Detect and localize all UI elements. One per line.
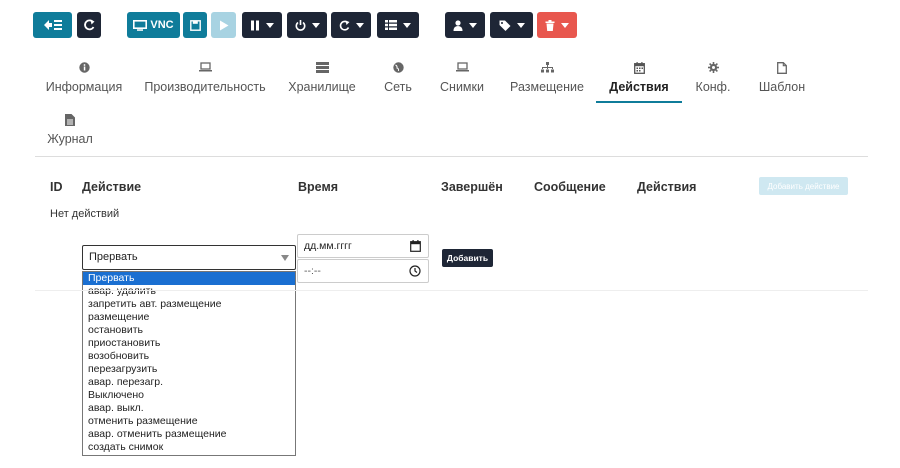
tab-label: Хранилище (288, 80, 356, 94)
chevron-down-icon (281, 255, 289, 261)
power-icon (295, 19, 305, 31)
time-input[interactable]: --:-- (297, 259, 429, 283)
tab-label: Шаблон (758, 80, 806, 94)
tab-performance[interactable]: Производительность (143, 62, 267, 94)
empty-state-text: Нет действий (50, 208, 120, 220)
action-option[interactable]: создать снимок (83, 441, 295, 454)
tab-log[interactable]: Журнал (45, 114, 95, 146)
action-option[interactable]: авар. перезагр. (83, 376, 295, 389)
action-option[interactable]: Прервать (83, 272, 295, 285)
file-text-icon (65, 114, 75, 126)
add-action-button[interactable]: Добавить действие (759, 177, 848, 195)
user-icon (453, 19, 463, 31)
action-option[interactable]: перезагрузить (83, 363, 295, 376)
action-option[interactable]: запретить авт. размещение (83, 298, 295, 311)
pause-icon (251, 20, 259, 30)
action-option[interactable]: приостановить (83, 337, 295, 350)
refresh-button[interactable] (77, 12, 101, 38)
user-menu-button[interactable] (445, 12, 485, 38)
vnc-label: VNC (150, 19, 174, 31)
laptop-icon (455, 62, 469, 72)
tab-network[interactable]: Сеть (378, 62, 418, 94)
save-icon (189, 19, 201, 31)
tab-label: Сеть (384, 80, 412, 94)
action-option[interactable]: остановить (83, 324, 295, 337)
list-menu-button[interactable] (377, 12, 419, 38)
tab-info[interactable]: Информация (44, 62, 124, 94)
tab-template[interactable]: Шаблон (756, 62, 808, 94)
column-header-time: Время (298, 180, 338, 194)
action-option[interactable]: авар. удалить (83, 285, 295, 298)
back-list-icon (43, 20, 62, 30)
form-row-divider (35, 290, 868, 291)
storage-icon (315, 62, 329, 73)
caret-down-icon (403, 22, 411, 28)
column-header-done: Завершён (441, 180, 503, 194)
pause-menu-button[interactable] (242, 12, 282, 38)
action-select[interactable]: Прервать (82, 245, 296, 270)
tab-label: Информация (45, 80, 123, 94)
clock-icon[interactable] (409, 265, 421, 277)
power-menu-button[interactable] (287, 12, 327, 38)
column-header-message: Сообщение (534, 180, 606, 194)
caret-down-icon (516, 22, 525, 28)
caret-down-icon (469, 22, 477, 28)
tab-label: Действия (609, 80, 669, 94)
action-option[interactable]: авар. выкл. (83, 402, 295, 415)
add-button[interactable]: Добавить (442, 249, 493, 267)
column-header-actions: Действия (637, 180, 697, 194)
calendar-icon[interactable] (410, 240, 421, 252)
back-to-list-button[interactable] (33, 12, 72, 38)
caret-down-icon (561, 22, 569, 28)
laptop-icon (198, 62, 212, 72)
tab-label: Снимки (440, 80, 484, 94)
save-button[interactable] (183, 12, 207, 38)
column-header-action: Действие (82, 180, 142, 194)
active-tab-indicator (596, 101, 682, 103)
caret-down-icon (311, 22, 320, 28)
gear-icon (707, 62, 719, 73)
date-placeholder: дд.мм.гггг (304, 240, 352, 252)
tab-label: Производительность (144, 80, 266, 94)
action-option[interactable]: возобновить (83, 350, 295, 363)
reboot-icon (339, 20, 349, 31)
delete-menu-button[interactable] (537, 12, 577, 38)
time-placeholder: --:-- (304, 265, 321, 277)
sitemap-icon (540, 62, 554, 73)
info-icon (78, 62, 90, 73)
action-option[interactable]: авар. отменить размещение (83, 428, 295, 441)
play-icon (219, 20, 228, 30)
tab-label: Конф. (695, 80, 731, 94)
column-header-id: ID (50, 180, 63, 194)
action-option[interactable]: размещение (83, 311, 295, 324)
globe-icon (392, 62, 404, 73)
action-dropdown-list[interactable]: Прервать авар. удалить запретить авт. ра… (82, 271, 296, 456)
play-button[interactable] (211, 12, 236, 38)
tab-actions[interactable]: Действия (596, 62, 682, 94)
tab-snapshots[interactable]: Снимки (436, 62, 488, 94)
tab-placement[interactable]: Размещение (507, 62, 587, 94)
tab-config[interactable]: Конф. (694, 62, 732, 94)
action-select-value: Прервать (89, 251, 138, 263)
refresh-icon (84, 19, 95, 31)
reboot-menu-button[interactable] (331, 12, 371, 38)
vnc-button[interactable]: VNC (127, 12, 180, 38)
trash-icon (545, 19, 555, 31)
tag-icon (499, 20, 510, 31)
caret-down-icon (266, 22, 274, 28)
monitor-icon (133, 19, 148, 31)
action-option[interactable]: отменить размещение (83, 415, 295, 428)
tags-menu-button[interactable] (490, 12, 533, 38)
date-input[interactable]: дд.мм.гггг (297, 234, 429, 258)
tab-storage[interactable]: Хранилище (283, 62, 361, 94)
tabs-divider (35, 156, 868, 157)
tab-label: Журнал (47, 132, 93, 146)
calendar-icon (633, 62, 645, 74)
list-icon (385, 20, 397, 30)
action-option[interactable]: Выключено (83, 389, 295, 402)
caret-down-icon (355, 22, 364, 28)
tab-label: Размещение (510, 80, 584, 94)
file-icon (777, 62, 787, 74)
